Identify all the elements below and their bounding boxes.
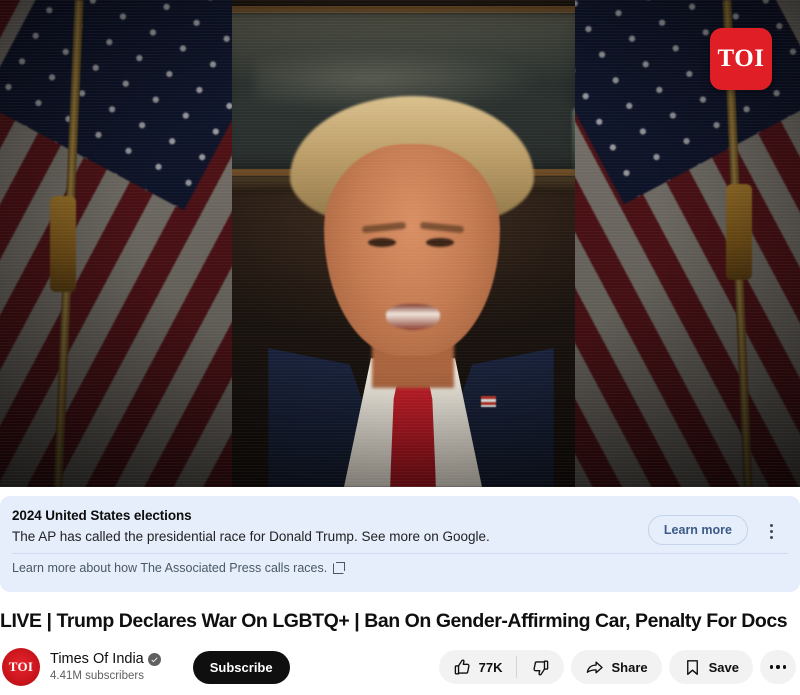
verified-badge-icon [147, 652, 161, 666]
external-link-icon [333, 562, 346, 574]
channel-avatar[interactable]: TOI [2, 648, 40, 686]
kebab-dot [769, 535, 773, 539]
channel-block[interactable]: TOI Times Of India 4.41M subscribers Sub… [0, 648, 290, 686]
dislike-button[interactable] [517, 650, 564, 684]
like-dislike-pill: 77K [438, 650, 565, 684]
thumbs-up-icon [453, 658, 472, 677]
flag-lapel-pin [481, 396, 496, 407]
channel-name-row: Times Of India [50, 651, 161, 668]
youtube-watch-page: TOI 2024 United States elections The AP … [0, 0, 800, 695]
save-button[interactable]: Save [668, 650, 753, 684]
more-dot [776, 665, 780, 669]
share-button[interactable]: Share [571, 650, 662, 684]
speaker-figure [268, 96, 554, 487]
info-panel-overflow-menu-icon[interactable] [760, 518, 782, 544]
info-panel-footer[interactable]: Learn more about how The Associated Pres… [0, 554, 800, 575]
share-button-inner: Share [571, 650, 661, 684]
kebab-dot [769, 529, 773, 533]
eye-right [426, 238, 454, 247]
subscribe-button[interactable]: Subscribe [192, 650, 290, 684]
learn-more-button[interactable]: Learn more [647, 515, 748, 545]
like-count: 77K [478, 659, 503, 675]
bookmark-icon [683, 658, 702, 677]
more-dot [782, 665, 787, 669]
action-buttons-group: 77K Share Save [438, 650, 800, 684]
share-arrow-icon [585, 658, 604, 677]
video-player[interactable]: TOI [0, 0, 800, 487]
painting-sky [219, 13, 581, 85]
channel-meta: Times Of India 4.41M subscribers [50, 651, 161, 684]
avatar-text: TOI [8, 659, 34, 674]
share-label: Share [611, 659, 648, 675]
info-panel-title: 2024 United States elections [12, 508, 192, 523]
save-label: Save [708, 659, 739, 675]
mouth [386, 304, 440, 330]
subscriber-count: 4.41M subscribers [50, 669, 144, 682]
thumbs-down-icon [531, 658, 550, 677]
save-button-inner: Save [669, 650, 753, 684]
flag-shading-left [0, 0, 232, 487]
toi-watermark-logo: TOI [710, 28, 772, 90]
election-info-panel: 2024 United States elections The AP has … [0, 496, 800, 592]
us-flag-left [0, 0, 232, 487]
info-panel-texts: 2024 United States elections The AP has … [12, 506, 640, 547]
info-panel-top-row: 2024 United States elections The AP has … [0, 496, 800, 547]
watermark-text: TOI [717, 45, 765, 72]
more-actions-button[interactable] [760, 650, 796, 684]
channel-name[interactable]: Times Of India [50, 651, 144, 668]
video-actions-bar: TOI Times Of India 4.41M subscribers Sub… [0, 644, 800, 690]
more-dot [769, 665, 774, 669]
like-button[interactable]: 77K [439, 650, 517, 684]
info-panel-footer-text: Learn more about how The Associated Pres… [12, 561, 328, 575]
eye-left [368, 238, 396, 247]
video-title: LIVE | Trump Declares War On LGBTQ+ | Ba… [0, 610, 788, 632]
kebab-dot [769, 523, 773, 527]
video-frame [0, 0, 800, 487]
info-panel-description: The AP has called the presidential race … [12, 529, 490, 544]
